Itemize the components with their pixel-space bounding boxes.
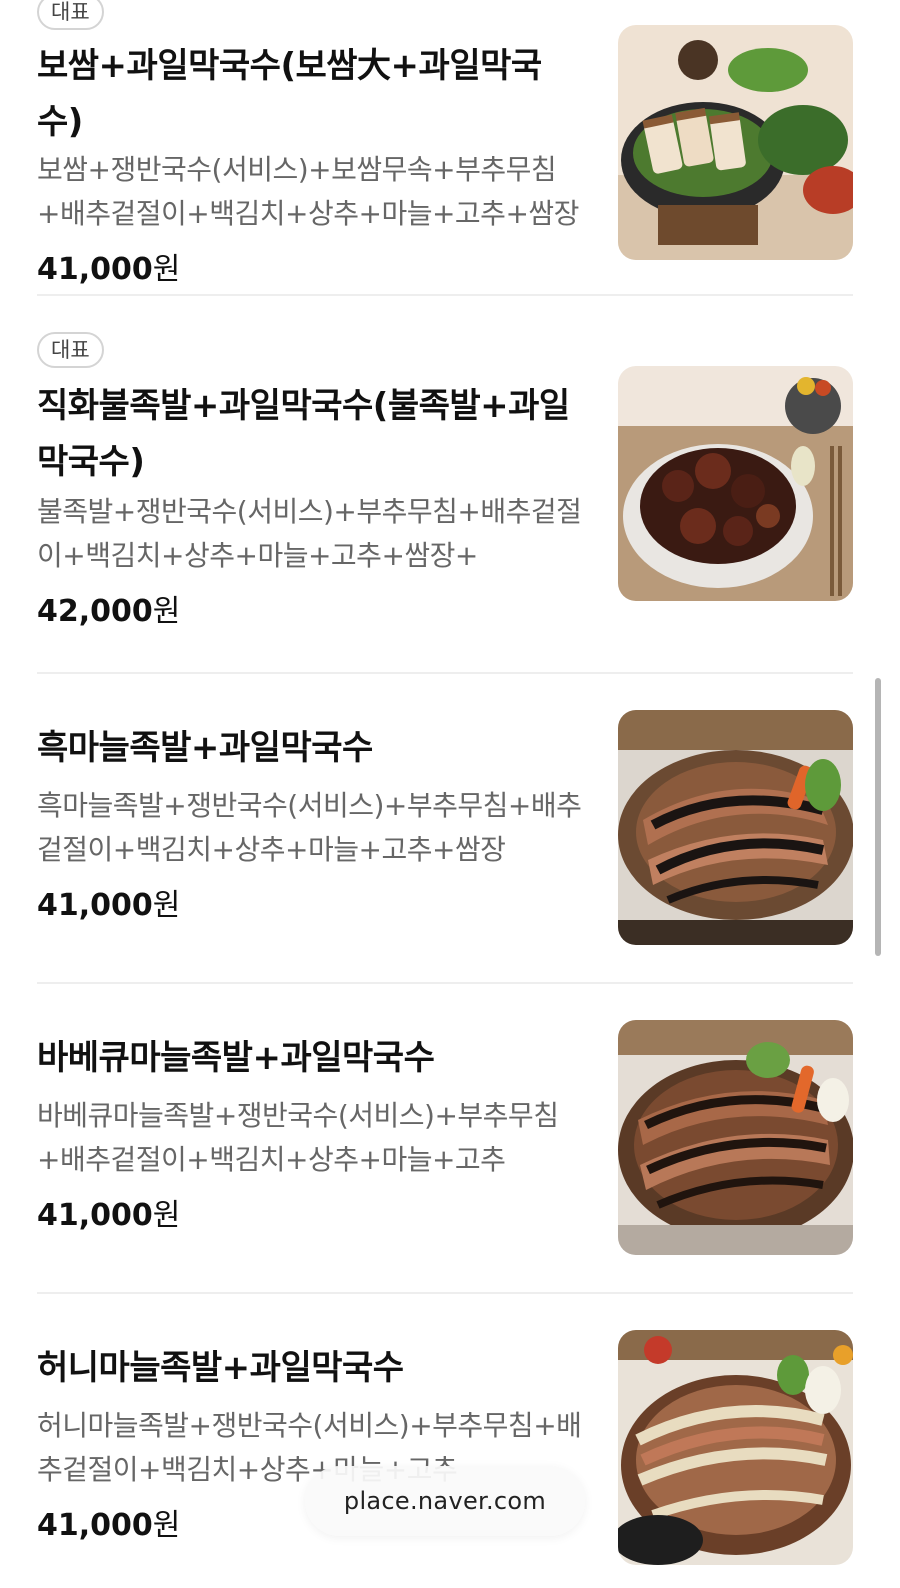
menu-item-description: 흑마늘족발+쟁반국수(서비스)+부추무침+배추겉절이+백김치+상추+마늘+고추+… bbox=[37, 789, 582, 866]
menu-item-title: 흑마늘족발+과일막국수 bbox=[37, 728, 373, 768]
price-currency: 원 bbox=[152, 888, 181, 923]
divider bbox=[37, 672, 853, 674]
fire-jokbal-food-photo-icon[interactable] bbox=[618, 366, 853, 601]
price-amount: 42,000 bbox=[37, 594, 153, 629]
price-amount: 41,000 bbox=[37, 252, 153, 287]
menu-item-price: 41,000원 bbox=[37, 1506, 180, 1546]
divider bbox=[37, 294, 853, 296]
menu-item-price: 42,000원 bbox=[37, 592, 180, 632]
signature-badge: 대표 bbox=[37, 332, 104, 368]
menu-item-description: 보쌈+쟁반국수(서비스)+보쌈무속+부추무침+배추겉절이+백김치+상추+마늘+고… bbox=[37, 153, 579, 230]
scrollbar[interactable] bbox=[875, 678, 881, 956]
divider bbox=[37, 1292, 853, 1294]
price-amount: 41,000 bbox=[37, 1508, 153, 1543]
browser-url-pill[interactable]: place.naver.com bbox=[305, 1466, 585, 1536]
price-currency: 원 bbox=[152, 1198, 181, 1233]
menu-item-title: 허니마늘족발+과일막국수 bbox=[37, 1348, 404, 1388]
menu-item-price: 41,000원 bbox=[37, 1196, 180, 1236]
menu-item-description: 바베큐마늘족발+쟁반국수(서비스)+부추무침+배추겉절이+백김치+상추+마늘+고… bbox=[37, 1099, 559, 1176]
price-currency: 원 bbox=[152, 594, 181, 629]
price-amount: 41,000 bbox=[37, 888, 153, 923]
price-currency: 원 bbox=[152, 1508, 181, 1543]
price-currency: 원 bbox=[152, 252, 181, 287]
black-garlic-jokbal-food-photo-icon[interactable] bbox=[618, 710, 853, 945]
signature-badge: 대표 bbox=[37, 0, 104, 30]
divider bbox=[37, 982, 853, 984]
price-amount: 41,000 bbox=[37, 1198, 153, 1233]
bbq-garlic-jokbal-food-photo-icon[interactable] bbox=[618, 1020, 853, 1255]
menu-item-title: 보쌈+과일막국수(보쌈大+과일막국수) bbox=[37, 46, 542, 142]
menu-item-price: 41,000원 bbox=[37, 250, 180, 290]
menu-item-price: 41,000원 bbox=[37, 886, 180, 926]
honey-garlic-jokbal-food-photo-icon[interactable] bbox=[618, 1330, 853, 1565]
menu-item-title: 바베큐마늘족발+과일막국수 bbox=[37, 1038, 435, 1078]
bossam-food-photo-icon[interactable] bbox=[618, 25, 853, 260]
menu-item-description: 불족발+쟁반국수(서비스)+부추무침+배추겉절이+백김치+상추+마늘+고추+쌈장… bbox=[37, 495, 582, 572]
menu-item-title: 직화불족발+과일막국수(불족발+과일막국수) bbox=[37, 386, 570, 482]
